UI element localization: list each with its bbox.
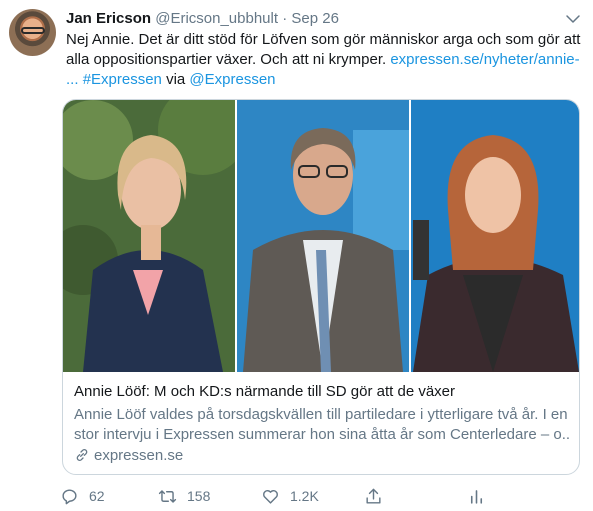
card-description: Annie Lööf valdes på torsdagskvällen til… <box>74 405 570 445</box>
retweet-count: 158 <box>187 488 211 504</box>
mention-link[interactable]: @Expressen <box>189 71 275 88</box>
tweet-date[interactable]: Sep 26 <box>291 10 339 27</box>
share-button[interactable] <box>364 484 383 508</box>
tweet-text-plain: alla oppositionspartier växer. Och att n… <box>66 51 391 68</box>
like-icon <box>263 489 278 504</box>
card-description-line: stor intervju i Expressen summerar hon s… <box>74 426 570 443</box>
via-text: via <box>161 71 190 88</box>
retweet-button[interactable]: 158 <box>158 484 210 508</box>
tweet-text-line: ... #Expressen via @Expressen <box>66 70 581 90</box>
avatar[interactable] <box>9 9 56 56</box>
like-button[interactable]: 1.2K <box>261 484 319 508</box>
card-domain[interactable]: expressen.se <box>74 446 183 466</box>
link-preview-card[interactable]: Annie Lööf: M och KD:s närmande till SD … <box>62 99 580 475</box>
card-title[interactable]: Annie Lööf: M och KD:s närmande till SD … <box>74 382 455 402</box>
card-image[interactable] <box>63 100 579 372</box>
tweet-header: Jan Ericson @Ericson_ubbhult · Sep 26 <box>66 8 576 30</box>
tweet-text-line: Nej Annie. Det är ditt stöd för Löfven s… <box>66 31 581 48</box>
retweet-icon <box>158 489 177 503</box>
analytics-button[interactable] <box>467 484 486 508</box>
author-handle[interactable]: @Ericson_ubbhult <box>155 10 278 27</box>
hashtag-link[interactable]: #Expressen <box>83 71 162 88</box>
reply-count: 62 <box>89 488 105 504</box>
tweet-actions: 62 158 1.2K <box>58 484 498 508</box>
article-link-continued[interactable]: ... <box>66 71 79 88</box>
card-description-line: Annie Lööf valdes på torsdagskvällen til… <box>74 406 568 423</box>
reply-button[interactable]: 62 <box>60 484 105 508</box>
like-count: 1.2K <box>290 488 319 504</box>
chevron-down-icon[interactable] <box>564 10 582 28</box>
reply-icon <box>62 488 77 504</box>
author-name[interactable]: Jan Ericson <box>66 10 151 27</box>
card-domain-text: expressen.se <box>94 447 184 464</box>
share-icon <box>366 488 381 504</box>
link-icon <box>76 449 88 461</box>
analytics-icon <box>470 489 483 504</box>
tweet-text: Nej Annie. Det är ditt stöd för Löfven s… <box>66 30 581 90</box>
tweet-text-line: alla oppositionspartier växer. Och att n… <box>66 50 581 70</box>
separator: · <box>282 10 288 27</box>
article-link[interactable]: expressen.se/nyheter/annie- <box>390 51 579 68</box>
